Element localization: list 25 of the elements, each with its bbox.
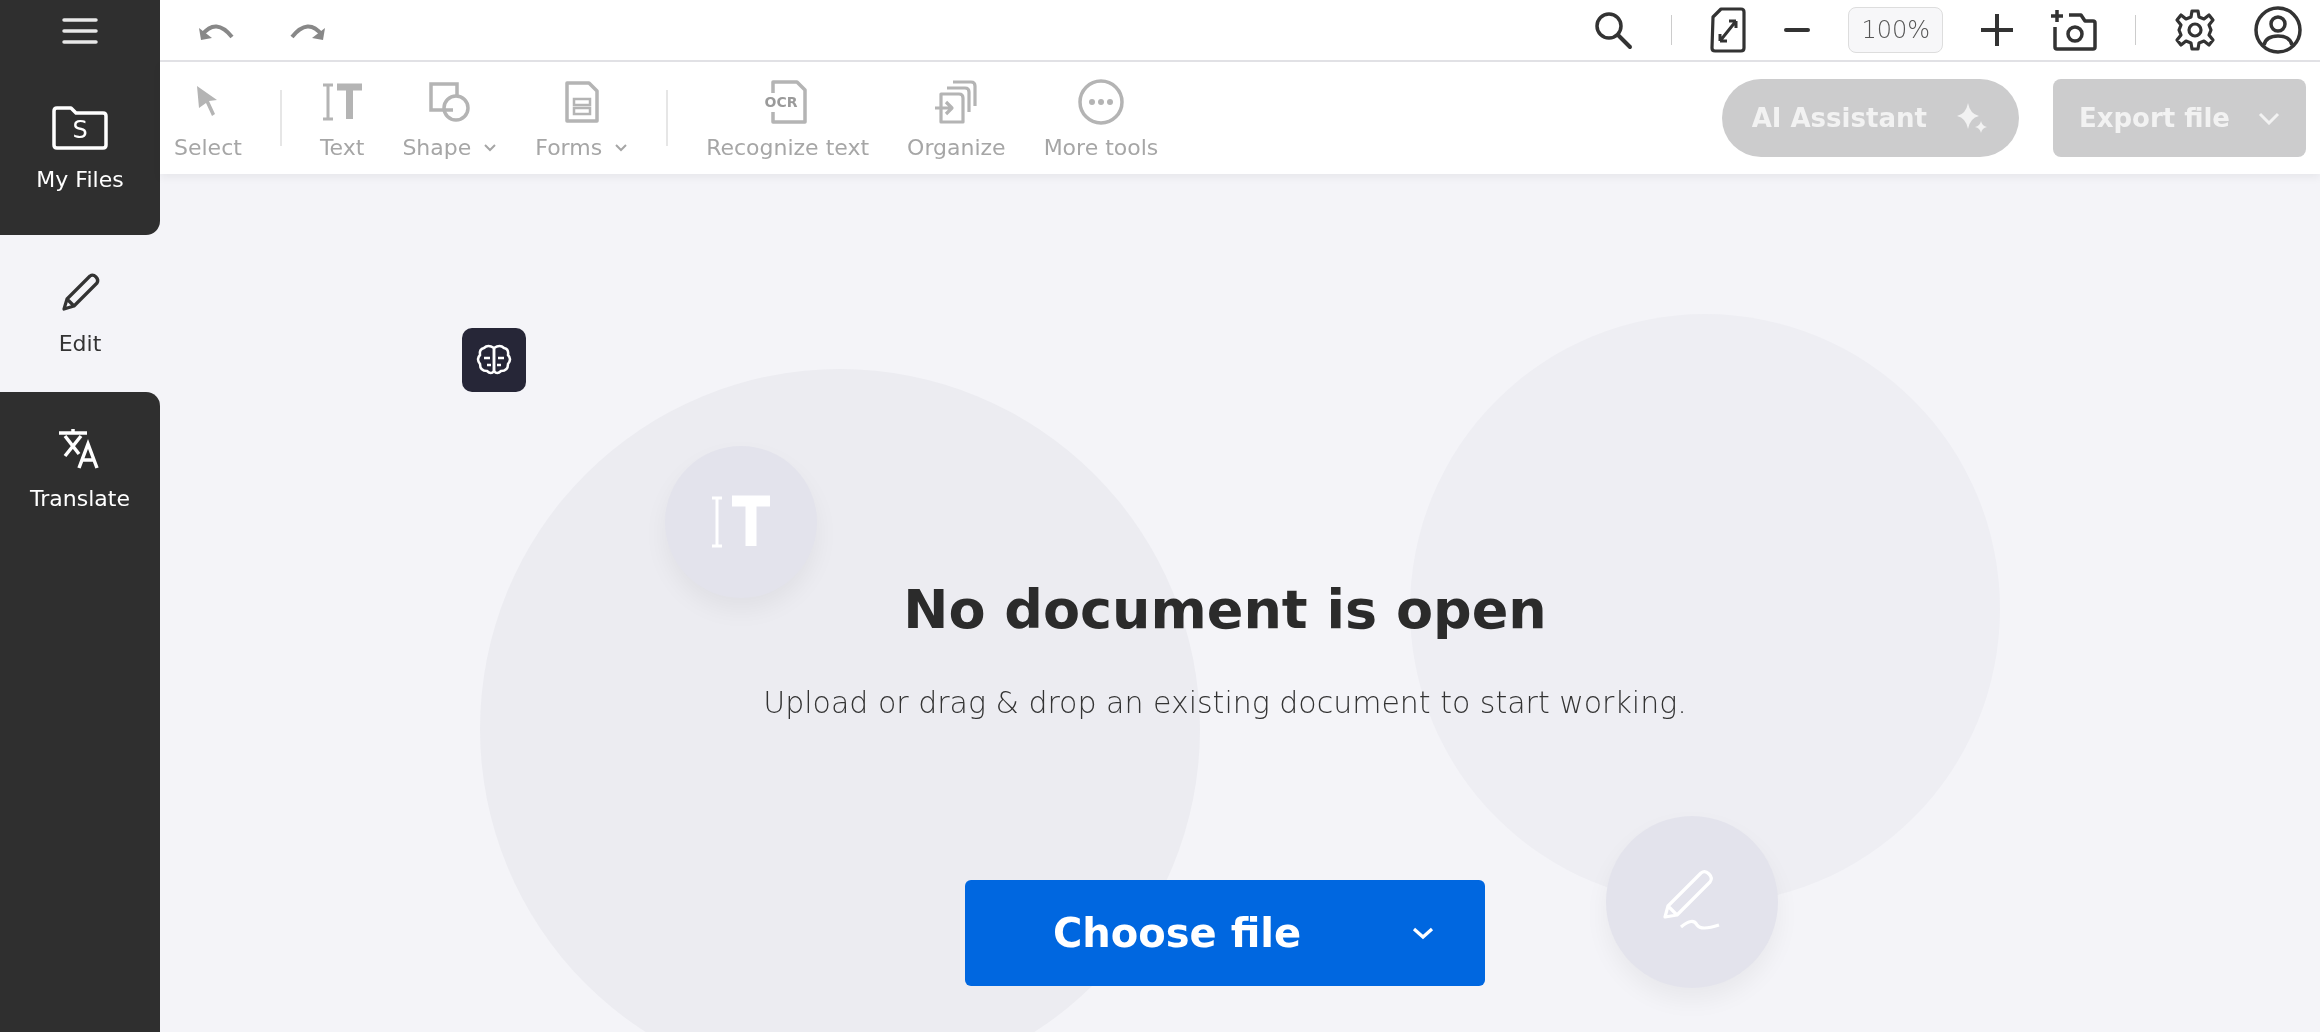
zoom-field[interactable]: 100% (1848, 7, 1943, 53)
search-icon[interactable] (1593, 10, 1634, 50)
caret-icon (614, 142, 629, 152)
brain-icon[interactable] (462, 328, 526, 392)
sidebar-item[interactable]: S My Files (0, 62, 160, 235)
text-tool-icon (320, 81, 365, 122)
menu-icon[interactable] (61, 16, 99, 46)
zoom-in-icon[interactable] (1981, 14, 2013, 46)
choose-file-button[interactable]: Choose file (965, 880, 1485, 986)
zoom-out-icon[interactable] (1784, 28, 1811, 32)
empty-state-title: No document is open (903, 578, 1547, 641)
account-icon[interactable] (2254, 6, 2302, 54)
add-camera-icon[interactable] (2051, 9, 2097, 51)
more-icon (1076, 77, 1125, 126)
sidebar-item[interactable]: Translate (0, 392, 160, 1032)
caret-icon (1411, 926, 1435, 940)
settings-icon[interactable] (2174, 9, 2216, 51)
fit-page-icon[interactable] (1710, 7, 1747, 53)
caret-icon (2258, 111, 2280, 125)
pages-icon (933, 77, 980, 126)
shape-icon (426, 79, 473, 124)
folder-icon: S (51, 105, 109, 151)
form-icon (562, 78, 601, 125)
empty-state-message: Upload or drag & drop an existing document to start working. (763, 685, 1687, 720)
caret-icon (483, 142, 498, 152)
